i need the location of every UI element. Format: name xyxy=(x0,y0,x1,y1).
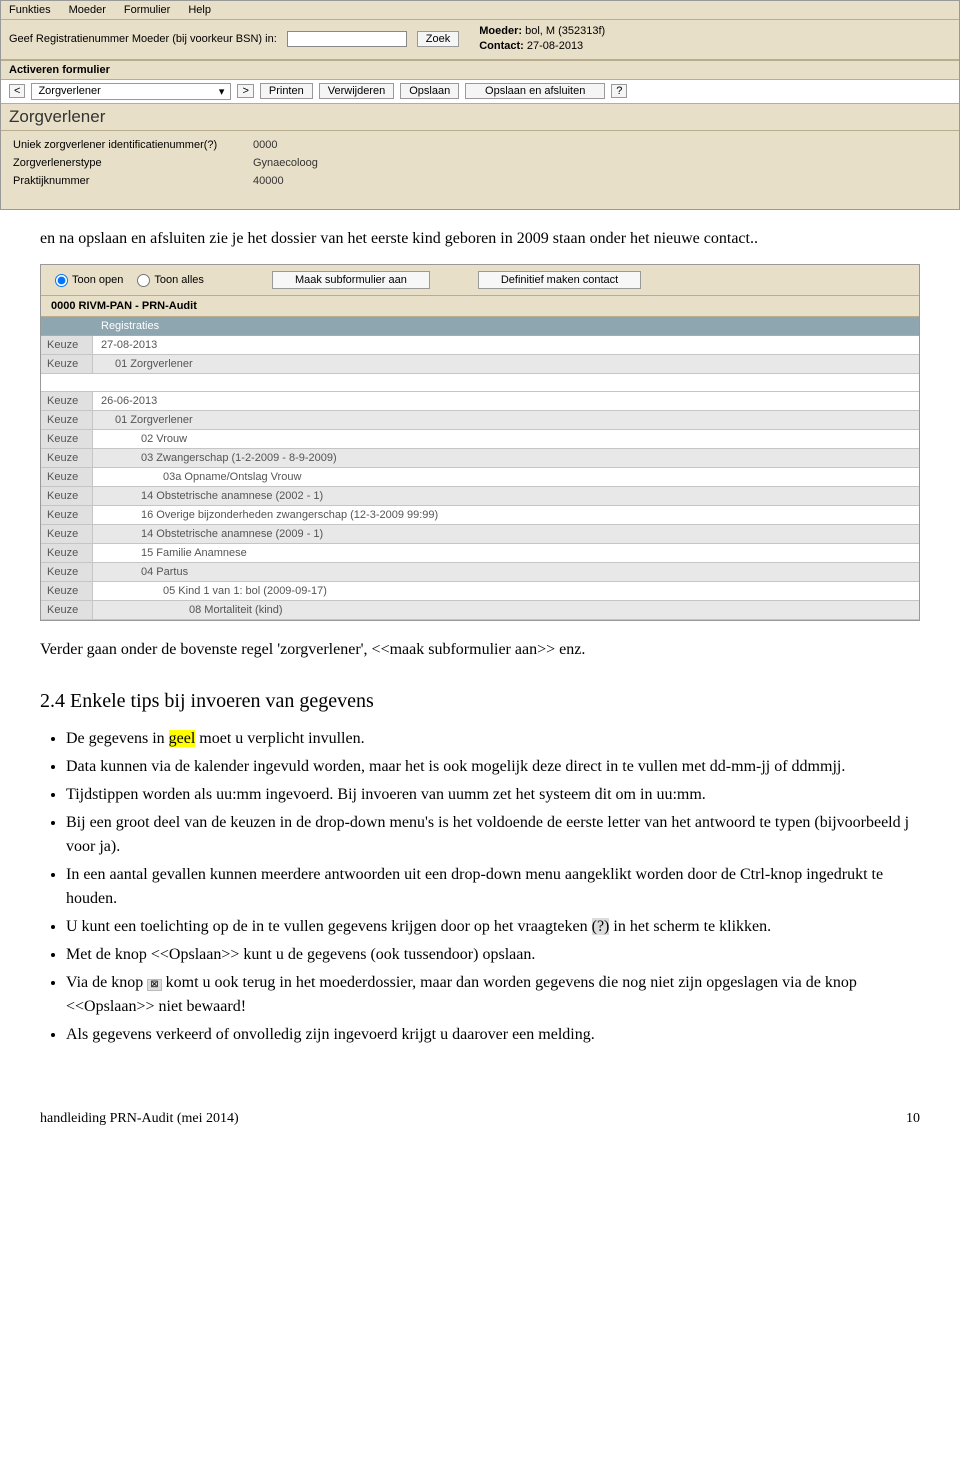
app-screenshot-1: Funkties Moeder Formulier Help Geef Regi… xyxy=(0,0,960,210)
search-input[interactable] xyxy=(287,31,407,47)
keuze-cell: Keuze xyxy=(41,411,93,429)
value-cell: 16 Overige bijzonderheden zwangerschap (… xyxy=(93,506,919,524)
search-label: Geef Registratienummer Moeder (bij voork… xyxy=(9,33,277,45)
keuze-cell: Keuze xyxy=(41,506,93,524)
menu-item[interactable]: Funkties xyxy=(9,4,51,16)
keuze-cell: Keuze xyxy=(41,430,93,448)
field-value: 40000 xyxy=(253,175,284,187)
table-row[interactable]: Keuze03 Zwangerschap (1-2-2009 - 8-9-200… xyxy=(41,449,919,468)
list-item: In een aantal gevallen kunnen meerdere a… xyxy=(66,863,920,911)
table-row[interactable]: Keuze26-06-2013 xyxy=(41,392,919,411)
grid-column-header: Registraties xyxy=(41,317,919,336)
form-dropdown[interactable]: Zorgverlener▾ xyxy=(31,83,231,100)
save-button[interactable]: Opslaan xyxy=(400,83,459,99)
section-heading: 2.4 Enkele tips bij invoeren van gegeven… xyxy=(0,690,960,713)
chevron-down-icon: ▾ xyxy=(219,85,225,98)
dossier-header: 0000 RIVM-PAN - PRN-Audit xyxy=(41,296,919,317)
menu-item[interactable]: Moeder xyxy=(69,4,106,16)
menu-item[interactable]: Formulier xyxy=(124,4,170,16)
print-button[interactable]: Printen xyxy=(260,83,313,99)
value-cell: 08 Mortaliteit (kind) xyxy=(93,601,919,619)
table-row[interactable]: Keuze27-08-2013 xyxy=(41,336,919,355)
keuze-cell: Keuze xyxy=(41,544,93,562)
table-row[interactable]: Keuze01 Zorgverlener xyxy=(41,355,919,374)
keuze-cell: Keuze xyxy=(41,525,93,543)
menubar: Funkties Moeder Formulier Help xyxy=(1,1,959,20)
value-cell: 03 Zwangerschap (1-2-2009 - 8-9-2009) xyxy=(93,449,919,467)
keuze-cell: Keuze xyxy=(41,355,93,373)
page-number: 10 xyxy=(906,1111,920,1127)
table-row[interactable]: Keuze03a Opname/Ontslag Vrouw xyxy=(41,468,919,487)
value-cell: 04 Partus xyxy=(93,563,919,581)
list-item: Tijdstippen worden als uu:mm ingevoerd. … xyxy=(66,783,920,807)
body-paragraph: Verder gaan onder de bovenste regel 'zor… xyxy=(0,639,960,661)
body-paragraph: en na opslaan en afsluiten zie je het do… xyxy=(0,228,960,250)
keuze-cell: Keuze xyxy=(41,582,93,600)
value-cell: 05 Kind 1 van 1: bol (2009-09-17) xyxy=(93,582,919,600)
table-row[interactable]: Keuze15 Familie Anamnese xyxy=(41,544,919,563)
page-footer: handleiding PRN-Audit (mei 2014) 10 xyxy=(0,1051,960,1147)
value-cell: 14 Obstetrische anamnese (2009 - 1) xyxy=(93,525,919,543)
close-icon: ⊠ xyxy=(147,979,161,991)
panel-header: Activeren formulier xyxy=(1,60,959,80)
view-toolbar: Toon open Toon alles Maak subformulier a… xyxy=(41,265,919,296)
list-item: Via de knop ⊠ komt u ook terug in het mo… xyxy=(66,971,920,1019)
value-cell: 15 Familie Anamnese xyxy=(93,544,919,562)
keuze-cell: Keuze xyxy=(41,563,93,581)
definitief-maken-button[interactable]: Definitief maken contact xyxy=(478,271,641,289)
list-item: De gegevens in geel moet u verplicht inv… xyxy=(66,727,920,751)
info-block: Moeder: bol, M (352313f) Contact: 27-08-… xyxy=(479,24,605,55)
table-row[interactable]: Keuze14 Obstetrische anamnese (2009 - 1) xyxy=(41,525,919,544)
value-cell: 14 Obstetrische anamnese (2002 - 1) xyxy=(93,487,919,505)
list-item: U kunt een toelichting op de in te vulle… xyxy=(66,915,920,939)
value-cell: 26-06-2013 xyxy=(93,392,919,410)
keuze-cell: Keuze xyxy=(41,468,93,486)
keuze-cell: Keuze xyxy=(41,601,93,619)
field-label: Uniek zorgverlener identificatienummer(?… xyxy=(13,139,253,151)
tips-list: De gegevens in geel moet u verplicht inv… xyxy=(0,727,960,1047)
radio-toon-open[interactable]: Toon open xyxy=(55,274,123,287)
value-cell: 01 Zorgverlener xyxy=(93,411,919,429)
grid-body: Keuze27-08-2013Keuze01 ZorgverlenerKeuze… xyxy=(41,336,919,620)
footer-left: handleiding PRN-Audit (mei 2014) xyxy=(40,1111,239,1127)
field-value: Gynaecoloog xyxy=(253,157,318,169)
table-row[interactable]: Keuze02 Vrouw xyxy=(41,430,919,449)
search-bar: Geef Registratienummer Moeder (bij voork… xyxy=(1,20,959,60)
form-body: Uniek zorgverlener identificatienummer(?… xyxy=(1,131,959,209)
value-cell: 02 Vrouw xyxy=(93,430,919,448)
keuze-cell: Keuze xyxy=(41,449,93,467)
menu-item[interactable]: Help xyxy=(188,4,211,16)
radio-toon-alles[interactable]: Toon alles xyxy=(137,274,204,287)
table-row[interactable]: Keuze16 Overige bijzonderheden zwangersc… xyxy=(41,506,919,525)
maak-subformulier-button[interactable]: Maak subformulier aan xyxy=(272,271,430,289)
list-item: Data kunnen via de kalender ingevuld wor… xyxy=(66,755,920,779)
keuze-cell: Keuze xyxy=(41,336,93,354)
form-toolbar: < Zorgverlener▾ > Printen Verwijderen Op… xyxy=(1,80,959,104)
prev-button[interactable]: < xyxy=(9,84,25,98)
list-item: Met de knop <<Opslaan>> kunt u de gegeve… xyxy=(66,943,920,967)
save-close-button[interactable]: Opslaan en afsluiten xyxy=(465,83,605,99)
search-button[interactable]: Zoek xyxy=(417,31,459,47)
field-value: 0000 xyxy=(253,139,277,151)
form-title: Zorgverlener xyxy=(1,104,959,131)
value-cell: 01 Zorgverlener xyxy=(93,355,919,373)
value-cell: 03a Opname/Ontslag Vrouw xyxy=(93,468,919,486)
next-button[interactable]: > xyxy=(237,84,253,98)
table-row[interactable]: Keuze04 Partus xyxy=(41,563,919,582)
help-button[interactable]: ? xyxy=(611,84,627,98)
list-item: Als gegevens verkeerd of onvolledig zijn… xyxy=(66,1023,920,1047)
field-label: Zorgverlenerstype xyxy=(13,157,253,169)
keuze-cell: Keuze xyxy=(41,487,93,505)
delete-button[interactable]: Verwijderen xyxy=(319,83,394,99)
field-label: Praktijknummer xyxy=(13,175,253,187)
table-row[interactable]: Keuze14 Obstetrische anamnese (2002 - 1) xyxy=(41,487,919,506)
list-item: Bij een groot deel van de keuzen in de d… xyxy=(66,811,920,859)
value-cell: 27-08-2013 xyxy=(93,336,919,354)
table-row[interactable]: Keuze05 Kind 1 van 1: bol (2009-09-17) xyxy=(41,582,919,601)
table-row[interactable]: Keuze01 Zorgverlener xyxy=(41,411,919,430)
keuze-cell: Keuze xyxy=(41,392,93,410)
table-row[interactable]: Keuze08 Mortaliteit (kind) xyxy=(41,601,919,620)
app-screenshot-2: Toon open Toon alles Maak subformulier a… xyxy=(40,264,920,621)
